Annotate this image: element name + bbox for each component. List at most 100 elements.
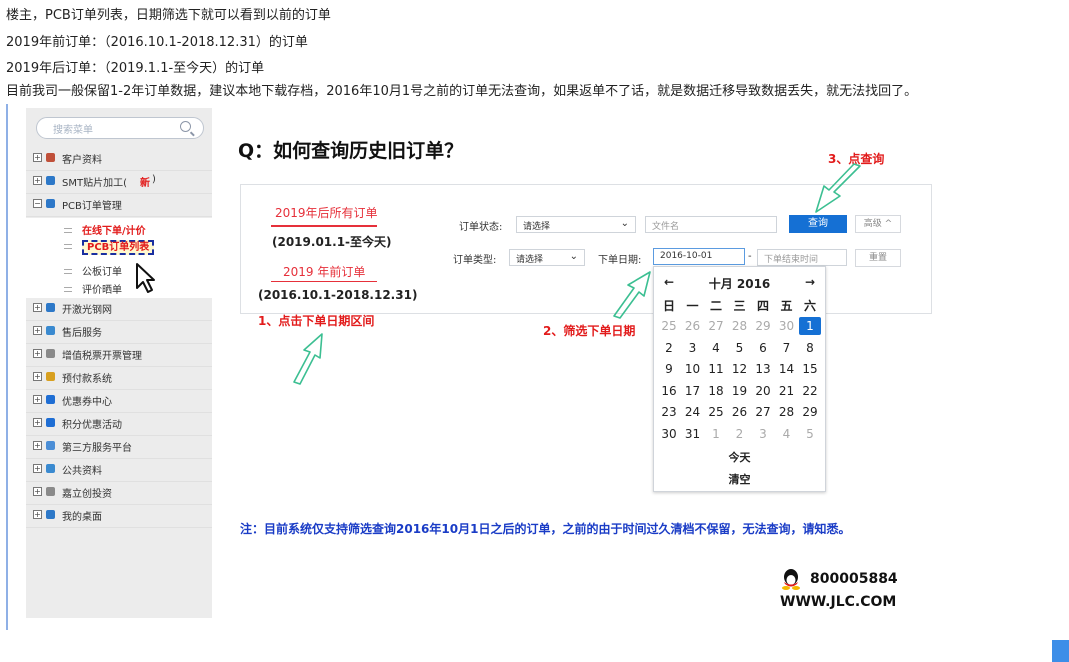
calendar-day[interactable]: 18 — [705, 382, 727, 400]
qq-number: 800005884 — [810, 571, 898, 587]
search-icon[interactable] — [180, 121, 191, 132]
calendar-day[interactable]: 27 — [752, 403, 774, 421]
sidebar-item[interactable]: + 积分优惠活动 — [26, 413, 212, 436]
sidebar-item[interactable]: + 嘉立创投资 — [26, 482, 212, 505]
calendar-day[interactable]: 22 — [799, 382, 821, 400]
reset-button[interactable]: 重置 — [855, 249, 901, 267]
order-status-select[interactable]: 请选择 ⌄ — [516, 216, 636, 233]
intro-line-2: 2019年前订单：（2016.10.1-2018.12.31）的订单 — [6, 35, 308, 50]
calendar-day[interactable]: 29 — [752, 317, 774, 335]
sidebar-item[interactable]: + 开激光钢网 — [26, 298, 212, 321]
calendar-day[interactable]: 30 — [658, 425, 680, 443]
expand-icon[interactable]: + — [33, 510, 42, 519]
sidebar-item[interactable]: + 优惠券中心 — [26, 390, 212, 413]
order-date-start-input[interactable]: 2016-10-01 — [653, 248, 745, 265]
sidebar-item[interactable]: + 售后服务 — [26, 321, 212, 344]
calendar-day[interactable]: 5 — [799, 425, 821, 443]
sidebar-item[interactable]: + 公共资料 — [26, 459, 212, 482]
expand-icon[interactable]: + — [33, 153, 42, 162]
sidebar-item[interactable]: + 预付款系统 — [26, 367, 212, 390]
sidebar-item-label: 开激光钢网 — [62, 305, 112, 316]
calendar-day[interactable]: 9 — [658, 360, 680, 378]
submenu-public-board-order[interactable]: 公板订单 — [64, 263, 122, 278]
expand-icon[interactable]: + — [33, 349, 42, 358]
calendar-day[interactable]: 13 — [752, 360, 774, 378]
search-menu-input[interactable]: 搜索菜单 — [36, 117, 204, 139]
doc-icon — [64, 287, 72, 292]
calendar-day[interactable]: 7 — [776, 339, 798, 357]
calendar-day[interactable]: 6 — [752, 339, 774, 357]
menu-item-icon — [46, 153, 55, 162]
sidebar-item-label: 嘉立创投资 — [62, 489, 112, 500]
menu-item-icon — [46, 510, 55, 519]
sidebar-item[interactable]: − PCB订单管理 — [26, 194, 212, 217]
calendar-day[interactable]: 26 — [729, 403, 751, 421]
calendar-day[interactable]: 31 — [682, 425, 704, 443]
calendar-day[interactable]: 10 — [682, 360, 704, 378]
expand-icon[interactable]: + — [33, 176, 42, 185]
calendar-day[interactable]: 12 — [729, 360, 751, 378]
advanced-toggle[interactable]: 高级 ^ — [855, 215, 901, 233]
expand-icon[interactable]: + — [33, 372, 42, 381]
pcb-submenu: 在线下单/计价 PCB订单列表 公板订单 评价晒单 — [26, 218, 212, 298]
tab-orders-before-2019[interactable]: 2019 年前订单 — [283, 263, 365, 280]
calendar-day[interactable]: 28 — [776, 403, 798, 421]
calendar-day[interactable]: 27 — [705, 317, 727, 335]
today-button[interactable]: 今天 — [654, 449, 825, 465]
calendar-day[interactable]: 29 — [799, 403, 821, 421]
calendar-day[interactable]: 14 — [776, 360, 798, 378]
expand-icon[interactable]: + — [33, 326, 42, 335]
submenu-review[interactable]: 评价晒单 — [64, 281, 122, 296]
order-type-select[interactable]: 请选择 ⌄ — [509, 249, 585, 266]
scroll-top-button[interactable] — [1052, 640, 1069, 662]
calendar-day[interactable]: 4 — [776, 425, 798, 443]
expand-icon[interactable]: + — [33, 303, 42, 312]
calendar-day[interactable]: 1 — [705, 425, 727, 443]
filename-input[interactable]: 文件名 — [645, 216, 777, 233]
submenu-pcb-order-list[interactable]: PCB订单列表 — [64, 238, 155, 255]
calendar-day[interactable]: 19 — [729, 382, 751, 400]
selected-day[interactable]: 1 — [799, 317, 821, 335]
expand-icon[interactable]: + — [33, 487, 42, 496]
clear-button[interactable]: 清空 — [654, 471, 825, 487]
calendar-day[interactable]: 23 — [658, 403, 680, 421]
calendar-day[interactable]: 3 — [682, 339, 704, 357]
tab-orders-after-2019[interactable]: 2019年后所有订单 — [275, 204, 378, 221]
calendar-day[interactable]: 2 — [729, 425, 751, 443]
calendar-day[interactable]: 15 — [799, 360, 821, 378]
calendar-day[interactable]: 25 — [658, 317, 680, 335]
calendar-day[interactable]: 17 — [682, 382, 704, 400]
expand-icon[interactable]: + — [33, 395, 42, 404]
menu-item-icon — [46, 418, 55, 427]
calendar-day[interactable]: 28 — [729, 317, 751, 335]
expand-icon[interactable]: + — [33, 418, 42, 427]
sidebar-item[interactable]: + SMT贴片加工(新) — [26, 171, 212, 194]
calendar-day[interactable]: 2 — [658, 339, 680, 357]
sidebar-item[interactable]: + 增值税票开票管理 — [26, 344, 212, 367]
calendar-day[interactable]: 8 — [799, 339, 821, 357]
expand-icon[interactable]: + — [33, 441, 42, 450]
expand-icon[interactable]: + — [33, 464, 42, 473]
calendar-day[interactable]: 4 — [705, 339, 727, 357]
calendar-day[interactable]: 25 — [705, 403, 727, 421]
next-month-button[interactable]: → — [805, 275, 815, 289]
sidebar-item[interactable]: + 第三方服务平台 — [26, 436, 212, 459]
sidebar-item[interactable]: + 我的桌面 — [26, 505, 212, 528]
calendar-day[interactable]: 26 — [682, 317, 704, 335]
calendar-day[interactable]: 20 — [752, 382, 774, 400]
calendar-day[interactable]: 11 — [705, 360, 727, 378]
calendar-day[interactable]: 3 — [752, 425, 774, 443]
sidebar-item-label: 优惠券中心 — [62, 397, 112, 408]
submenu-online-order[interactable]: 在线下单/计价 — [64, 222, 146, 237]
calendar-day[interactable]: 5 — [729, 339, 751, 357]
calendar-day[interactable]: 21 — [776, 382, 798, 400]
calendar-day[interactable]: 16 — [658, 382, 680, 400]
sidebar-item[interactable]: + 客户资料 — [26, 148, 212, 171]
order-date-end-input[interactable]: 下单结束时间 — [757, 249, 847, 266]
page-title: Q：如何查询历史旧订单？ — [238, 140, 464, 162]
sidebar-item-label: 客户资料 — [62, 155, 102, 166]
collapse-icon[interactable]: − — [33, 199, 42, 208]
calendar-day[interactable]: 30 — [776, 317, 798, 335]
calendar-day[interactable]: 24 — [682, 403, 704, 421]
search-button[interactable]: 查询 — [789, 215, 847, 233]
